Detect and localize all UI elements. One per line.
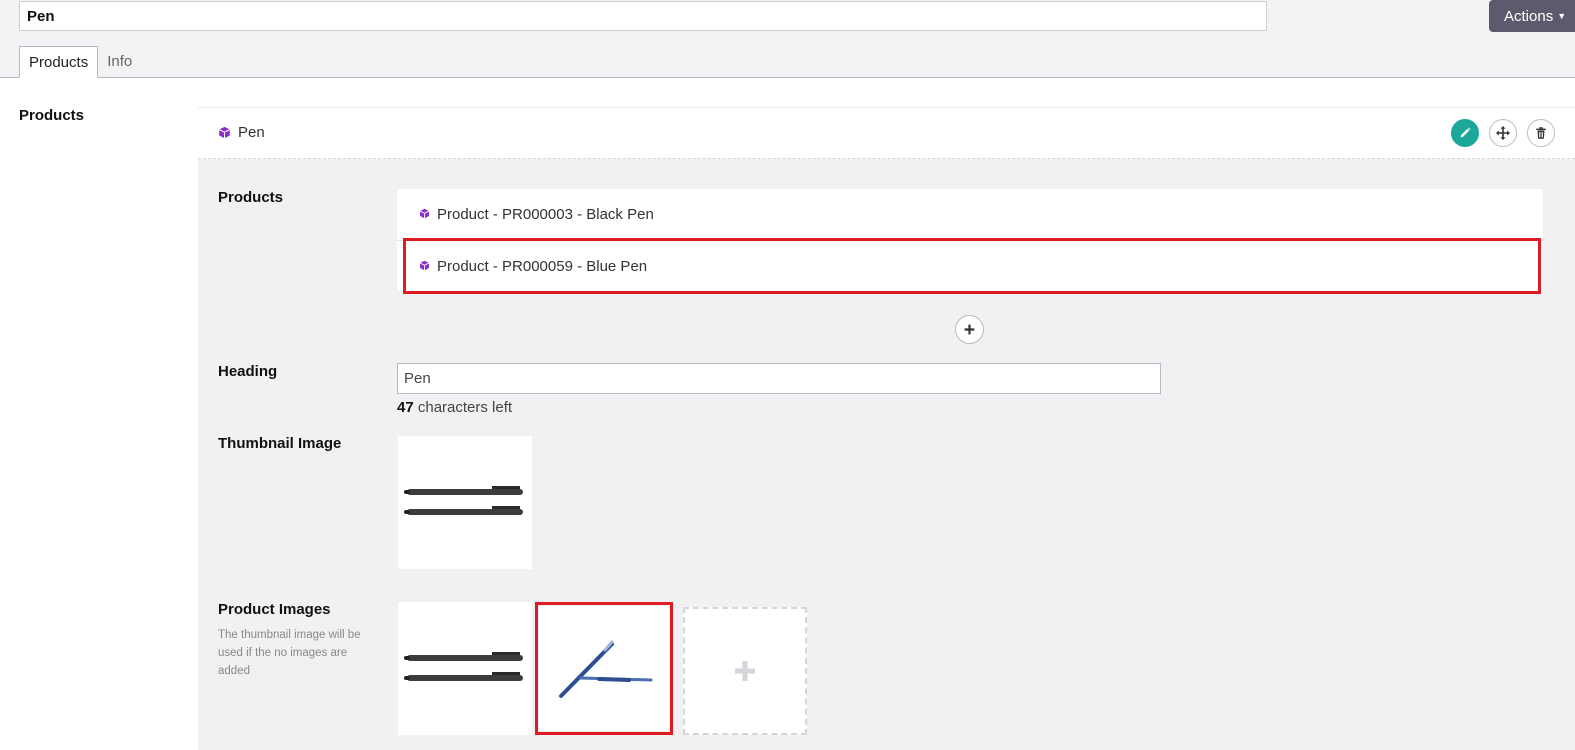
product-images-field-label: Product Images bbox=[218, 601, 331, 618]
block-header: Pen bbox=[198, 107, 1575, 159]
actions-label: Actions bbox=[1504, 7, 1554, 25]
block-title: Pen bbox=[238, 124, 265, 141]
black-pens-image bbox=[404, 486, 523, 515]
highlight-box bbox=[535, 602, 673, 735]
trash-icon bbox=[1536, 127, 1546, 139]
block-body: Products Product - PR000003 - Black Pen … bbox=[198, 159, 1575, 750]
products-field-label: Products bbox=[218, 189, 284, 206]
delete-button[interactable] bbox=[1527, 119, 1555, 147]
product-images-help: The thumbnail image will be used if the … bbox=[218, 629, 361, 677]
black-pens-image bbox=[404, 652, 523, 681]
title-input[interactable] bbox=[19, 1, 1267, 31]
list-item[interactable]: Product - PR000003 - Black Pen bbox=[397, 189, 1543, 240]
cube-icon bbox=[419, 206, 430, 223]
tab-products[interactable]: Products bbox=[19, 46, 99, 78]
cube-icon bbox=[218, 126, 231, 144]
product-image-black-pens[interactable] bbox=[398, 602, 532, 735]
thumbnail-field-label: Thumbnail Image bbox=[218, 435, 342, 452]
move-icon bbox=[1496, 126, 1510, 140]
pencil-icon bbox=[1460, 127, 1471, 138]
caret-down-icon: ▼ bbox=[1557, 11, 1567, 21]
tab-bar: Products Info bbox=[19, 46, 141, 78]
heading-field-label: Heading bbox=[218, 363, 278, 380]
edit-button[interactable] bbox=[1451, 119, 1479, 147]
product-label: Product - PR000003 - Black Pen bbox=[437, 206, 654, 223]
plus-icon bbox=[964, 324, 975, 335]
plus-icon bbox=[735, 661, 755, 681]
heading-input[interactable] bbox=[397, 363, 1161, 394]
section-label: Products bbox=[19, 107, 85, 124]
chars-left: 47 characters left bbox=[397, 399, 512, 416]
tab-info[interactable]: Info bbox=[98, 46, 141, 78]
actions-button[interactable]: Actions ▼ bbox=[1489, 0, 1575, 32]
chars-left-count: 47 bbox=[397, 399, 414, 416]
chars-left-text: characters left bbox=[417, 399, 513, 416]
thumbnail-image[interactable] bbox=[398, 436, 532, 569]
move-button[interactable] bbox=[1489, 119, 1517, 147]
highlight-box bbox=[403, 238, 1541, 294]
add-product-button[interactable] bbox=[955, 315, 984, 344]
add-image-button[interactable] bbox=[683, 607, 807, 735]
